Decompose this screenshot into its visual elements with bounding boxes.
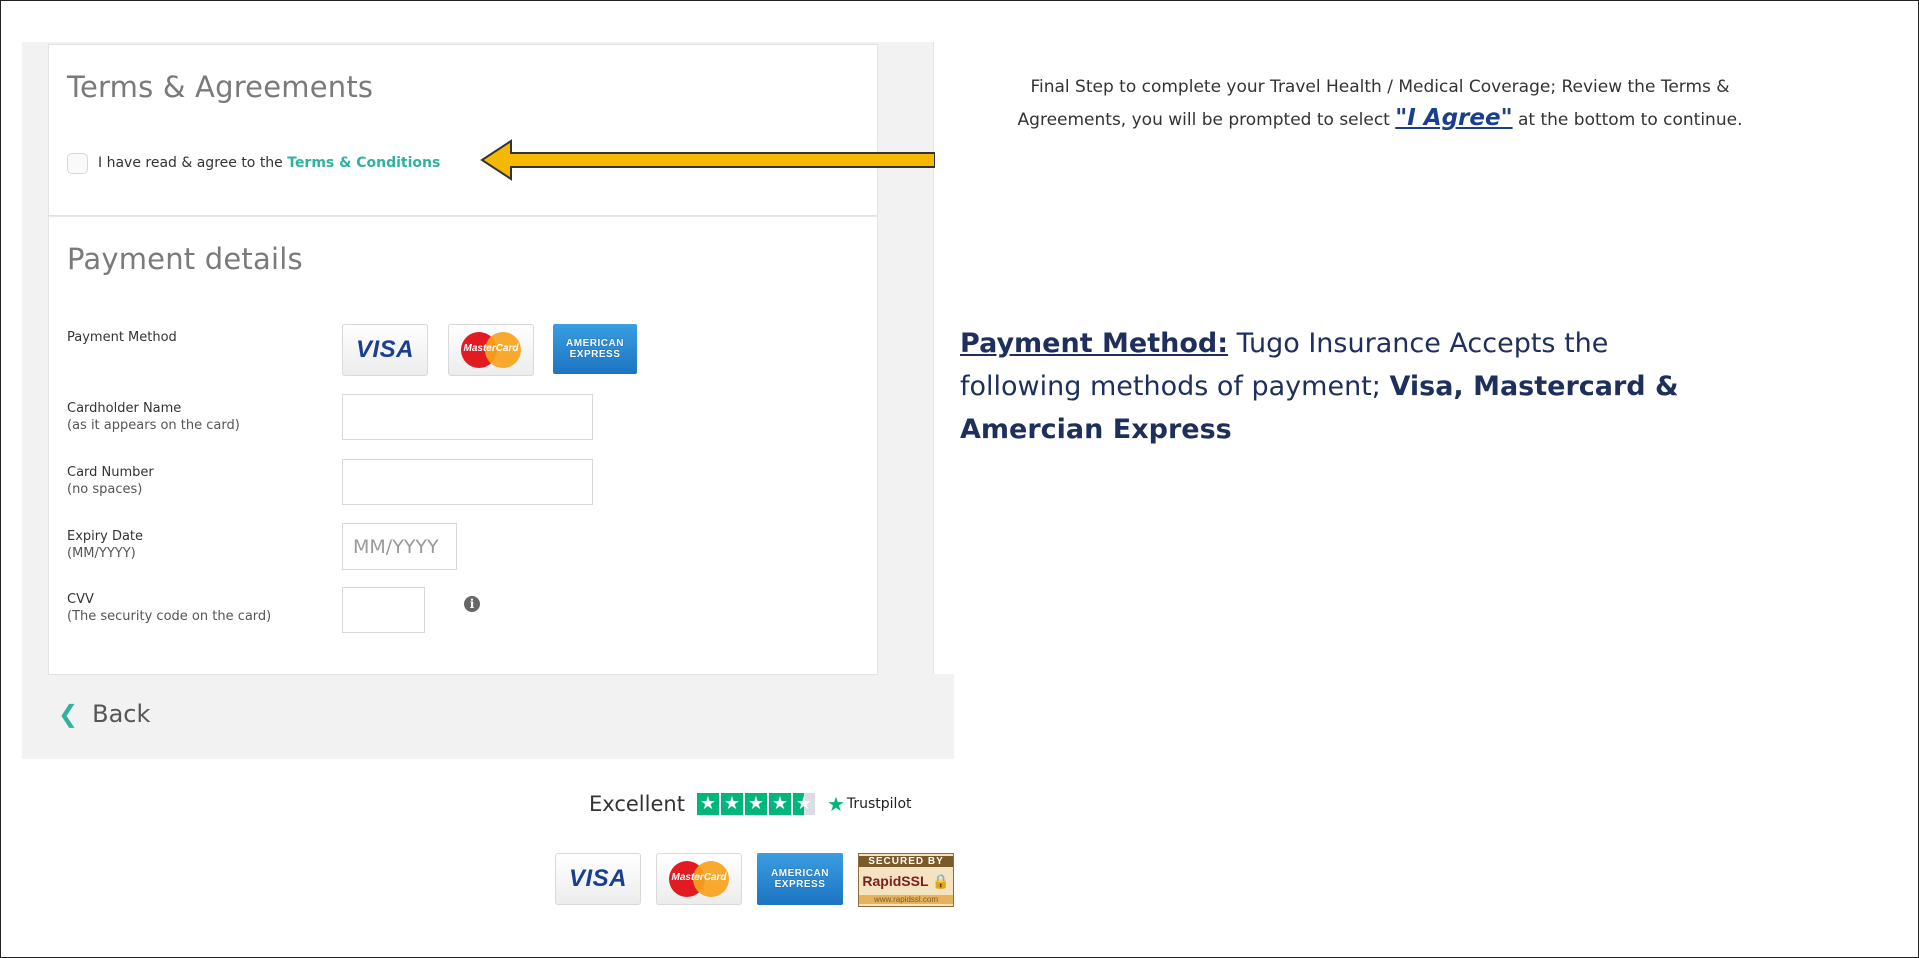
card-number-label-sub: (no spaces) [67, 482, 143, 497]
cvv-label-sub: (The security code on the card) [67, 609, 272, 624]
footer-amex-logo: AMERICAN EXPRESS [757, 853, 843, 905]
ssl-top-text: SECURED BY [859, 856, 953, 867]
mastercard-text: MasterCard [463, 343, 519, 354]
ssl-mid-text: RapidSSL 🔒 [862, 873, 949, 890]
mastercard-logo: MasterCard [461, 332, 521, 368]
trustpilot-stars: ★ ★ ★ ★ ★ [696, 793, 815, 815]
star-icon: ★ [744, 793, 767, 815]
agree-checkbox[interactable] [67, 153, 88, 174]
trustpilot-rating-text: Excellent [589, 792, 685, 816]
footer-mastercard-logo: MasterCard [656, 853, 742, 905]
card-number-input[interactable] [342, 459, 593, 505]
footer-payment-logos: VISA MasterCard AMERICAN EXPRESS SECURED… [555, 853, 954, 907]
mastercard-button[interactable]: MasterCard [448, 324, 534, 376]
star-icon: ★ [768, 793, 791, 815]
annotation-terms-line1: Final Step to complete your Travel Healt… [1030, 77, 1730, 97]
info-icon[interactable]: i [464, 596, 480, 612]
footer-visa-text: VISA [568, 865, 627, 892]
chevron-left-icon: ❮ [58, 700, 79, 728]
cardholder-label-sub: (as it appears on the card) [67, 418, 240, 433]
annotation-terms: Final Step to complete your Travel Healt… [975, 72, 1785, 136]
star-icon: ★ [720, 793, 743, 815]
expiry-label: Expiry Date (MM/YYYY) [67, 528, 143, 562]
trustpilot-widget[interactable]: Excellent ★ ★ ★ ★ ★ ★ Trustpilot [589, 792, 912, 816]
cardholder-name-input[interactable] [342, 394, 593, 440]
agree-prefix: I have read & agree to the [98, 155, 288, 171]
amex-text-line2: EXPRESS [569, 349, 621, 360]
payment-method-label: Payment Method [67, 329, 177, 346]
card-number-label: Card Number (no spaces) [67, 464, 154, 498]
footer-visa-logo: VISA [555, 853, 641, 905]
trustpilot-brand-text: Trustpilot [846, 796, 912, 812]
back-button[interactable]: ❮ Back [58, 700, 150, 728]
star-icon: ★ [696, 793, 719, 815]
footer-mastercard-text: MasterCard [671, 872, 727, 883]
panel-side-strip [933, 42, 955, 674]
cvv-label-text: CVV [67, 592, 94, 607]
footer-amex-line2: EXPRESS [774, 879, 826, 890]
agree-label: I have read & agree to the Terms & Condi… [98, 155, 440, 171]
annotation-payment: Payment Method: Tugo Insurance Accepts t… [960, 322, 1710, 451]
cardholder-label: Cardholder Name (as it appears on the ca… [67, 400, 240, 434]
card-number-label-text: Card Number [67, 465, 154, 480]
ssl-brand: RapidSSL [862, 872, 929, 889]
star-half-icon: ★ [792, 793, 815, 815]
padlock-icon: 🔒 [932, 872, 950, 889]
trustpilot-star-icon: ★ [826, 792, 845, 816]
cvv-input[interactable] [342, 587, 425, 633]
amex-logo: AMERICAN EXPRESS [553, 324, 637, 374]
visa-button[interactable]: VISA [342, 324, 428, 376]
annotation-terms-line2: Agreements, you will be prompted to sele… [975, 103, 1785, 136]
i-agree-highlight: "I Agree" [1395, 105, 1513, 131]
expiry-label-text: Expiry Date [67, 529, 144, 544]
trustpilot-brand: ★ Trustpilot [827, 792, 912, 816]
visa-logo: VISA [355, 336, 414, 363]
expiry-date-input[interactable] [342, 523, 457, 570]
amex-button[interactable]: AMERICAN EXPRESS [552, 323, 638, 375]
pointer-arrow [480, 139, 935, 181]
annotation-line2-suffix: at the bottom to continue. [1512, 110, 1743, 130]
terms-heading: Terms & Agreements [67, 70, 374, 104]
expiry-label-sub: (MM/YYYY) [67, 546, 136, 561]
rapidssl-badge: SECURED BY RapidSSL 🔒 www.rapidssl.com [858, 853, 954, 907]
terms-conditions-link[interactable]: Terms & Conditions [287, 155, 440, 171]
payment-heading: Payment details [67, 242, 303, 276]
annotation-line2-prefix: Agreements, you will be prompted to sele… [1017, 110, 1396, 130]
back-label: Back [92, 700, 151, 728]
footer-mastercard-mark: MasterCard [669, 861, 729, 897]
amex-text-line1: AMERICAN [566, 338, 624, 349]
ssl-url-text: www.rapidssl.com [859, 895, 953, 904]
payment-method-label-text: Payment Method [67, 330, 177, 345]
cardholder-label-text: Cardholder Name [67, 401, 182, 416]
cvv-label: CVV (The security code on the card) [67, 591, 271, 625]
footer-amex-line1: AMERICAN [771, 868, 829, 879]
annotation-payment-heading: Payment Method: [960, 328, 1229, 359]
